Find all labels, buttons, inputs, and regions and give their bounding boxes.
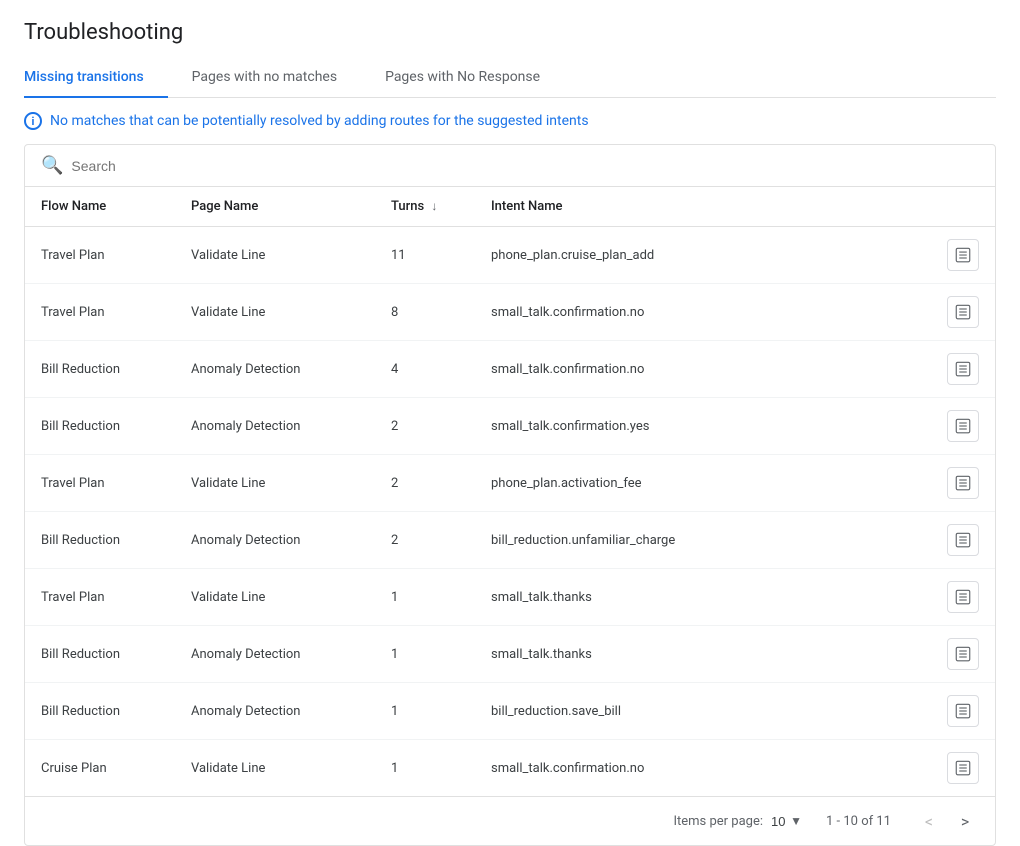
row-action-button[interactable]: [947, 239, 979, 271]
row-action-button[interactable]: [947, 410, 979, 442]
pagination-range: 1 - 10 of 11: [826, 814, 891, 829]
cell-flow-name: Travel Plan: [25, 227, 175, 284]
cell-intent-name: bill_reduction.save_bill: [475, 683, 931, 740]
row-action-button[interactable]: [947, 296, 979, 328]
search-input[interactable]: [71, 158, 979, 174]
row-action-button[interactable]: [947, 467, 979, 499]
cell-action: [931, 626, 995, 683]
tabs-container: Missing transitions Pages with no matche…: [24, 57, 996, 98]
col-header-page-name: Page Name: [175, 187, 375, 227]
cell-flow-name: Bill Reduction: [25, 398, 175, 455]
table-row: Bill Reduction Anomaly Detection 1 small…: [25, 626, 995, 683]
cell-page-name: Anomaly Detection: [175, 683, 375, 740]
data-table: Flow Name Page Name Turns ↓ Intent Name …: [25, 187, 995, 796]
cell-flow-name: Travel Plan: [25, 569, 175, 626]
cell-action: [931, 455, 995, 512]
cell-turns: 1: [375, 626, 475, 683]
col-header-action: [931, 187, 995, 227]
cell-flow-name: Bill Reduction: [25, 512, 175, 569]
row-action-button[interactable]: [947, 353, 979, 385]
cell-page-name: Validate Line: [175, 227, 375, 284]
cell-intent-name: bill_reduction.unfamiliar_charge: [475, 512, 931, 569]
table-row: Travel Plan Validate Line 8 small_talk.c…: [25, 284, 995, 341]
cell-intent-name: small_talk.thanks: [475, 569, 931, 626]
cell-intent-name: small_talk.confirmation.no: [475, 740, 931, 797]
cell-intent-name: small_talk.confirmation.no: [475, 284, 931, 341]
cell-flow-name: Bill Reduction: [25, 626, 175, 683]
items-per-page-select-wrapper[interactable]: 5102550 ▼: [771, 814, 802, 829]
cell-intent-name: phone_plan.activation_fee: [475, 455, 931, 512]
cell-intent-name: phone_plan.cruise_plan_add: [475, 227, 931, 284]
cell-page-name: Validate Line: [175, 455, 375, 512]
cell-page-name: Validate Line: [175, 740, 375, 797]
sort-arrow-icon: ↓: [431, 199, 437, 213]
pagination-row: Items per page: 5102550 ▼ 1 - 10 of 11 <…: [25, 796, 995, 845]
cell-action: [931, 341, 995, 398]
tab-pages-no-response[interactable]: Pages with No Response: [361, 57, 564, 97]
cell-intent-name: small_talk.confirmation.no: [475, 341, 931, 398]
cell-action: [931, 398, 995, 455]
cell-intent-name: small_talk.confirmation.yes: [475, 398, 931, 455]
row-action-button[interactable]: [947, 524, 979, 556]
cell-flow-name: Travel Plan: [25, 455, 175, 512]
cell-turns: 1: [375, 683, 475, 740]
cell-flow-name: Travel Plan: [25, 284, 175, 341]
search-icon: 🔍: [41, 155, 63, 176]
info-icon: i: [24, 112, 42, 130]
page-title: Troubleshooting: [24, 20, 996, 45]
main-table-container: 🔍 Flow Name Page Name Turns ↓ Intent Nam…: [24, 144, 996, 846]
cell-page-name: Validate Line: [175, 569, 375, 626]
items-per-page-label: Items per page:: [673, 814, 763, 829]
table-header-row: Flow Name Page Name Turns ↓ Intent Name: [25, 187, 995, 227]
pagination-prev-button[interactable]: <: [915, 807, 943, 835]
cell-action: [931, 740, 995, 797]
pagination-nav: < >: [915, 807, 979, 835]
table-row: Bill Reduction Anomaly Detection 1 bill_…: [25, 683, 995, 740]
cell-action: [931, 569, 995, 626]
col-header-intent-name: Intent Name: [475, 187, 931, 227]
cell-turns: 1: [375, 740, 475, 797]
tab-pages-no-matches[interactable]: Pages with no matches: [168, 57, 361, 97]
cell-turns: 8: [375, 284, 475, 341]
cell-action: [931, 683, 995, 740]
table-row: Bill Reduction Anomaly Detection 2 bill_…: [25, 512, 995, 569]
cell-action: [931, 227, 995, 284]
col-header-turns[interactable]: Turns ↓: [375, 187, 475, 227]
cell-turns: 2: [375, 455, 475, 512]
cell-turns: 1: [375, 569, 475, 626]
cell-turns: 2: [375, 398, 475, 455]
row-action-button[interactable]: [947, 581, 979, 613]
info-banner-text: No matches that can be potentially resol…: [50, 113, 589, 129]
cell-page-name: Anomaly Detection: [175, 398, 375, 455]
info-banner: i No matches that can be potentially res…: [24, 98, 996, 144]
items-per-page-select[interactable]: 5102550: [771, 814, 802, 829]
table-row: Bill Reduction Anomaly Detection 4 small…: [25, 341, 995, 398]
cell-flow-name: Bill Reduction: [25, 341, 175, 398]
pagination-next-button[interactable]: >: [951, 807, 979, 835]
table-row: Bill Reduction Anomaly Detection 2 small…: [25, 398, 995, 455]
table-row: Travel Plan Validate Line 2 phone_plan.a…: [25, 455, 995, 512]
search-bar: 🔍: [25, 145, 995, 187]
cell-flow-name: Cruise Plan: [25, 740, 175, 797]
col-header-flow-name: Flow Name: [25, 187, 175, 227]
cell-turns: 11: [375, 227, 475, 284]
cell-page-name: Validate Line: [175, 284, 375, 341]
cell-action: [931, 512, 995, 569]
table-row: Cruise Plan Validate Line 1 small_talk.c…: [25, 740, 995, 797]
cell-action: [931, 284, 995, 341]
row-action-button[interactable]: [947, 752, 979, 784]
cell-page-name: Anomaly Detection: [175, 626, 375, 683]
cell-flow-name: Bill Reduction: [25, 683, 175, 740]
cell-intent-name: small_talk.thanks: [475, 626, 931, 683]
cell-page-name: Anomaly Detection: [175, 341, 375, 398]
row-action-button[interactable]: [947, 638, 979, 670]
cell-page-name: Anomaly Detection: [175, 512, 375, 569]
table-row: Travel Plan Validate Line 11 phone_plan.…: [25, 227, 995, 284]
items-per-page-container: Items per page: 5102550 ▼: [673, 814, 802, 829]
cell-turns: 2: [375, 512, 475, 569]
cell-turns: 4: [375, 341, 475, 398]
table-row: Travel Plan Validate Line 1 small_talk.t…: [25, 569, 995, 626]
tab-missing-transitions[interactable]: Missing transitions: [24, 57, 168, 97]
